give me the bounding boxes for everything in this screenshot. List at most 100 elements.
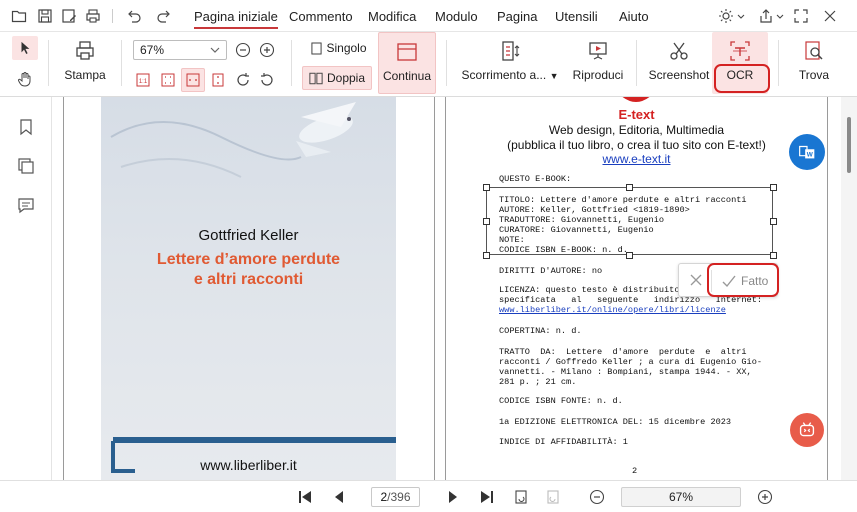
print-icon[interactable] — [85, 8, 101, 24]
pages-icon[interactable] — [17, 157, 35, 175]
etext-line1: Web design, Editoria, Multimedia — [548, 123, 725, 137]
next-page-icon[interactable] — [445, 489, 461, 505]
resize-handle[interactable] — [770, 218, 777, 225]
chevron-down-icon[interactable] — [776, 8, 784, 24]
document-area[interactable]: Gottfried Keller Lettere d’amore perdute… — [53, 97, 841, 480]
bottom-bar: 2/396 67% — [0, 480, 857, 512]
word-convert-icon: W — [799, 145, 815, 159]
vertical-scrollbar[interactable] — [841, 97, 857, 480]
resize-handle[interactable] — [483, 184, 490, 191]
zoom-in-icon[interactable] — [757, 489, 773, 505]
etext-logo — [622, 97, 650, 102]
rotate-page-icon[interactable] — [513, 489, 529, 505]
save-icon[interactable] — [37, 8, 53, 24]
chevron-down-icon[interactable] — [737, 8, 745, 24]
comment-icon[interactable] — [17, 197, 35, 215]
actual-size-icon[interactable]: 1:1 — [135, 72, 151, 88]
etext-link[interactable]: www.e-text.it — [446, 152, 827, 166]
page-number-field[interactable]: 2/396 — [371, 487, 420, 507]
continuous-label: Continua — [382, 69, 432, 83]
cover-author: Gottfried Keller — [198, 227, 299, 244]
slideshow-icon — [587, 40, 609, 62]
scissors-icon — [668, 40, 690, 62]
undo-icon[interactable] — [126, 8, 142, 24]
share-icon[interactable] — [758, 8, 774, 24]
current-page: 2 — [380, 490, 388, 504]
first-page-icon[interactable] — [297, 489, 313, 505]
fullscreen-icon[interactable] — [793, 8, 809, 24]
tab-modifica[interactable]: Modifica — [368, 9, 416, 24]
resize-handle[interactable] — [483, 218, 490, 225]
tab-commento[interactable]: Commento — [289, 9, 353, 24]
tab-aiuto[interactable]: Aiuto — [619, 9, 649, 24]
single-page-label: Singolo — [326, 41, 367, 55]
cursor-tool[interactable] — [12, 36, 38, 60]
theme-icon[interactable] — [718, 8, 734, 24]
chevron-down-icon: ▼ — [549, 71, 559, 81]
single-page-button[interactable]: Singolo — [306, 38, 372, 58]
text-affidabilita: INDICE DI AFFIDABILITÀ: 1 — [499, 437, 628, 447]
rotate-page-disabled-icon[interactable] — [545, 489, 561, 505]
find-button[interactable]: Trova — [790, 40, 838, 82]
fit-height-icon[interactable] — [210, 72, 226, 88]
resize-handle[interactable] — [770, 184, 777, 191]
save-as-icon[interactable] — [61, 8, 77, 24]
convert-to-word-button[interactable]: W — [789, 134, 825, 170]
print-button[interactable]: Stampa — [60, 40, 110, 82]
text-isbn-fonte: CODICE ISBN FONTE: n. d. — [499, 396, 623, 406]
zoom-in-icon[interactable] — [259, 42, 275, 58]
hand-icon[interactable] — [17, 71, 33, 87]
rotate-clockwise-icon[interactable] — [235, 72, 251, 88]
fit-page-icon[interactable] — [160, 72, 176, 88]
play-button[interactable]: Riproduci — [570, 40, 626, 82]
close-icon[interactable] — [822, 8, 838, 24]
last-page-icon[interactable] — [479, 489, 495, 505]
zoom-level-field[interactable]: 67% — [621, 487, 741, 507]
tab-utensili[interactable]: Utensili — [555, 9, 598, 24]
fit-width-button[interactable] — [181, 68, 205, 92]
resize-handle[interactable] — [626, 252, 633, 259]
scrollbar-thumb[interactable] — [847, 117, 851, 173]
find-icon — [803, 40, 825, 62]
resize-handle[interactable] — [770, 252, 777, 259]
folder-icon[interactable] — [11, 8, 27, 24]
tab-pagina[interactable]: Pagina — [497, 9, 537, 24]
zoom-select[interactable]: 67% — [133, 40, 227, 60]
divider — [112, 9, 113, 23]
ocr-highlight — [714, 64, 770, 93]
bookmark-icon[interactable] — [17, 118, 35, 136]
ai-assistant-button[interactable] — [790, 413, 824, 447]
continuous-icon — [396, 41, 418, 63]
screenshot-button[interactable]: Screenshot — [646, 40, 712, 82]
screenshot-label: Screenshot — [648, 68, 710, 82]
resize-handle[interactable] — [626, 184, 633, 191]
zoom-out-icon[interactable] — [589, 489, 605, 505]
cover-stripe — [113, 437, 396, 443]
left-rail — [0, 97, 52, 512]
scroll-mode-label: Scorrimento a... — [461, 68, 547, 82]
text-copertina: COPERTINA: n. d. — [499, 326, 582, 336]
find-label: Trova — [798, 68, 830, 82]
tab-pagina-iniziale[interactable]: Pagina iniziale — [194, 9, 278, 29]
toolbar: Stampa 67% 1:1 Singolo Doppia Continua S… — [0, 32, 857, 97]
continuous-button[interactable]: Continua — [378, 32, 436, 94]
tab-modulo[interactable]: Modulo — [435, 9, 478, 24]
book-cover: Gottfried Keller Lettere d’amore perdute… — [101, 97, 396, 480]
etext-brand: E-text — [618, 107, 655, 122]
resize-handle[interactable] — [483, 252, 490, 259]
rotate-counterclockwise-icon[interactable] — [259, 72, 275, 88]
cover-title-line1: Lettere d’amore perdute — [156, 251, 341, 268]
text-diritti: DIRITTI D'AUTORE: no — [499, 266, 603, 276]
scroll-icon — [499, 40, 521, 62]
close-icon[interactable] — [689, 273, 703, 287]
robot-icon — [799, 422, 815, 437]
redo-icon[interactable] — [156, 8, 172, 24]
text-tratto4: 281 p. ; 21 cm. — [499, 377, 577, 387]
double-page-button[interactable]: Doppia — [302, 66, 372, 90]
scroll-mode-button[interactable]: Scorrimento a... ▼ — [460, 40, 560, 82]
previous-page-icon[interactable] — [331, 489, 347, 505]
ocr-selection-box[interactable] — [486, 187, 773, 255]
text-licenza-link[interactable]: www.liberliber.it/online/opere/libri/lic… — [499, 305, 726, 316]
zoom-out-icon[interactable] — [235, 42, 251, 58]
page-number: 2 — [632, 466, 638, 476]
